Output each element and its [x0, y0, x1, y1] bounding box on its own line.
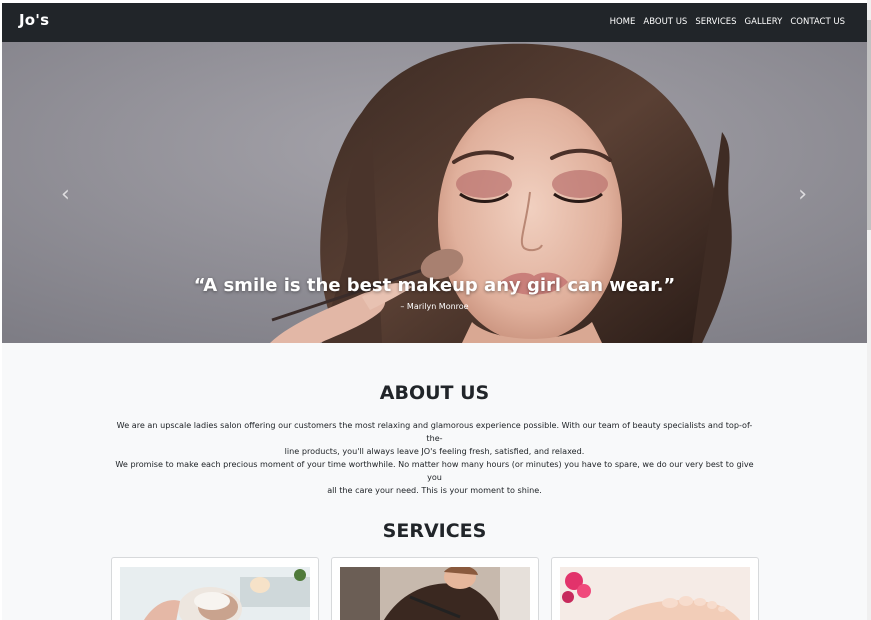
- services-cards: [111, 557, 759, 620]
- about-line-1: We are an upscale ladies salon offering …: [116, 420, 753, 443]
- navbar: Jo's HOME ABOUT US SERVICES GALLERY CONT…: [2, 3, 867, 42]
- chevron-right-icon[interactable]: ›: [798, 182, 807, 207]
- chevron-left-icon[interactable]: ‹: [61, 182, 70, 207]
- page: Jo's HOME ABOUT US SERVICES GALLERY CONT…: [2, 3, 867, 620]
- about-line-4: all the care your need. This is your mom…: [327, 485, 542, 495]
- service-card-facial[interactable]: [111, 557, 319, 620]
- scrollbar-track[interactable]: [867, 0, 871, 620]
- service-card-hair[interactable]: [331, 557, 539, 620]
- nav-links: HOME ABOUT US SERVICES GALLERY CONTACT U…: [610, 17, 845, 27]
- hero-carousel: ‹ › “A smile is the best makeup any girl…: [2, 42, 867, 343]
- nav-link-gallery[interactable]: GALLERY: [745, 17, 783, 27]
- scrollbar-thumb[interactable]: [867, 20, 871, 230]
- nav-link-home[interactable]: HOME: [610, 17, 636, 27]
- hero-quote-author: – Marilyn Monroe: [400, 302, 469, 311]
- about-text: We are an upscale ladies salon offering …: [112, 419, 757, 497]
- hair-styling-image: [340, 567, 530, 620]
- hero-quote: “A smile is the best makeup any girl can…: [193, 275, 676, 296]
- nav-link-about-us[interactable]: ABOUT US: [643, 17, 687, 27]
- about-heading: ABOUT US: [379, 382, 490, 404]
- services-heading: SERVICES: [382, 520, 487, 542]
- nav-link-contact-us[interactable]: CONTACT US: [790, 17, 845, 27]
- brand-logo[interactable]: Jo's: [19, 11, 49, 29]
- pedicure-image: [560, 567, 750, 620]
- about-line-3: We promise to make each precious moment …: [115, 459, 754, 482]
- nav-link-services[interactable]: SERVICES: [695, 17, 736, 27]
- hero-image: [2, 42, 867, 343]
- service-card-pedicure[interactable]: [551, 557, 759, 620]
- facial-treatment-image: [120, 567, 310, 620]
- about-line-2: line products, you'll always leave JO's …: [284, 446, 585, 456]
